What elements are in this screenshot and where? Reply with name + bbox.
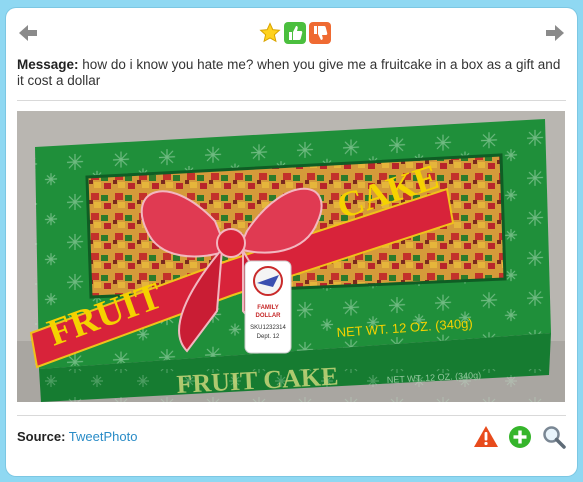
thumbs-down-icon[interactable] [309, 22, 331, 44]
thumbs-up-icon[interactable] [284, 22, 306, 44]
source-link[interactable]: TweetPhoto [69, 429, 138, 444]
brand-line2: DOLLAR [256, 313, 282, 319]
post-toolbar [6, 8, 577, 54]
plus-icon[interactable] [507, 424, 533, 450]
divider [17, 100, 566, 101]
source-line: Source: TweetPhoto [17, 429, 137, 444]
action-icons [473, 424, 567, 450]
message-body: how do i know you hate me? when you give… [17, 57, 561, 88]
post-card: Message: how do i know you hate me? when… [6, 8, 577, 476]
message-label: Message: [17, 57, 79, 72]
star-icon[interactable] [259, 22, 281, 44]
brand-line1: FAMILY [257, 305, 278, 311]
post-photo[interactable]: FRUIT CAKE FAMILY DOLLAR SKU1232314 Dept… [17, 111, 565, 402]
sku-text: SKU1232314 [250, 325, 286, 331]
right-arrow-icon[interactable] [544, 22, 566, 44]
magnifier-icon[interactable] [541, 424, 567, 450]
price-sticker: FAMILY DOLLAR SKU1232314 Dept. 12 [244, 260, 292, 354]
rating-controls [259, 20, 331, 46]
left-arrow-icon[interactable] [17, 22, 39, 44]
source-label: Source: [17, 429, 66, 444]
dept-text: Dept. 12 [257, 334, 280, 340]
divider [17, 415, 566, 416]
warning-icon[interactable] [473, 424, 499, 450]
message-text: Message: how do i know you hate me? when… [17, 57, 565, 89]
